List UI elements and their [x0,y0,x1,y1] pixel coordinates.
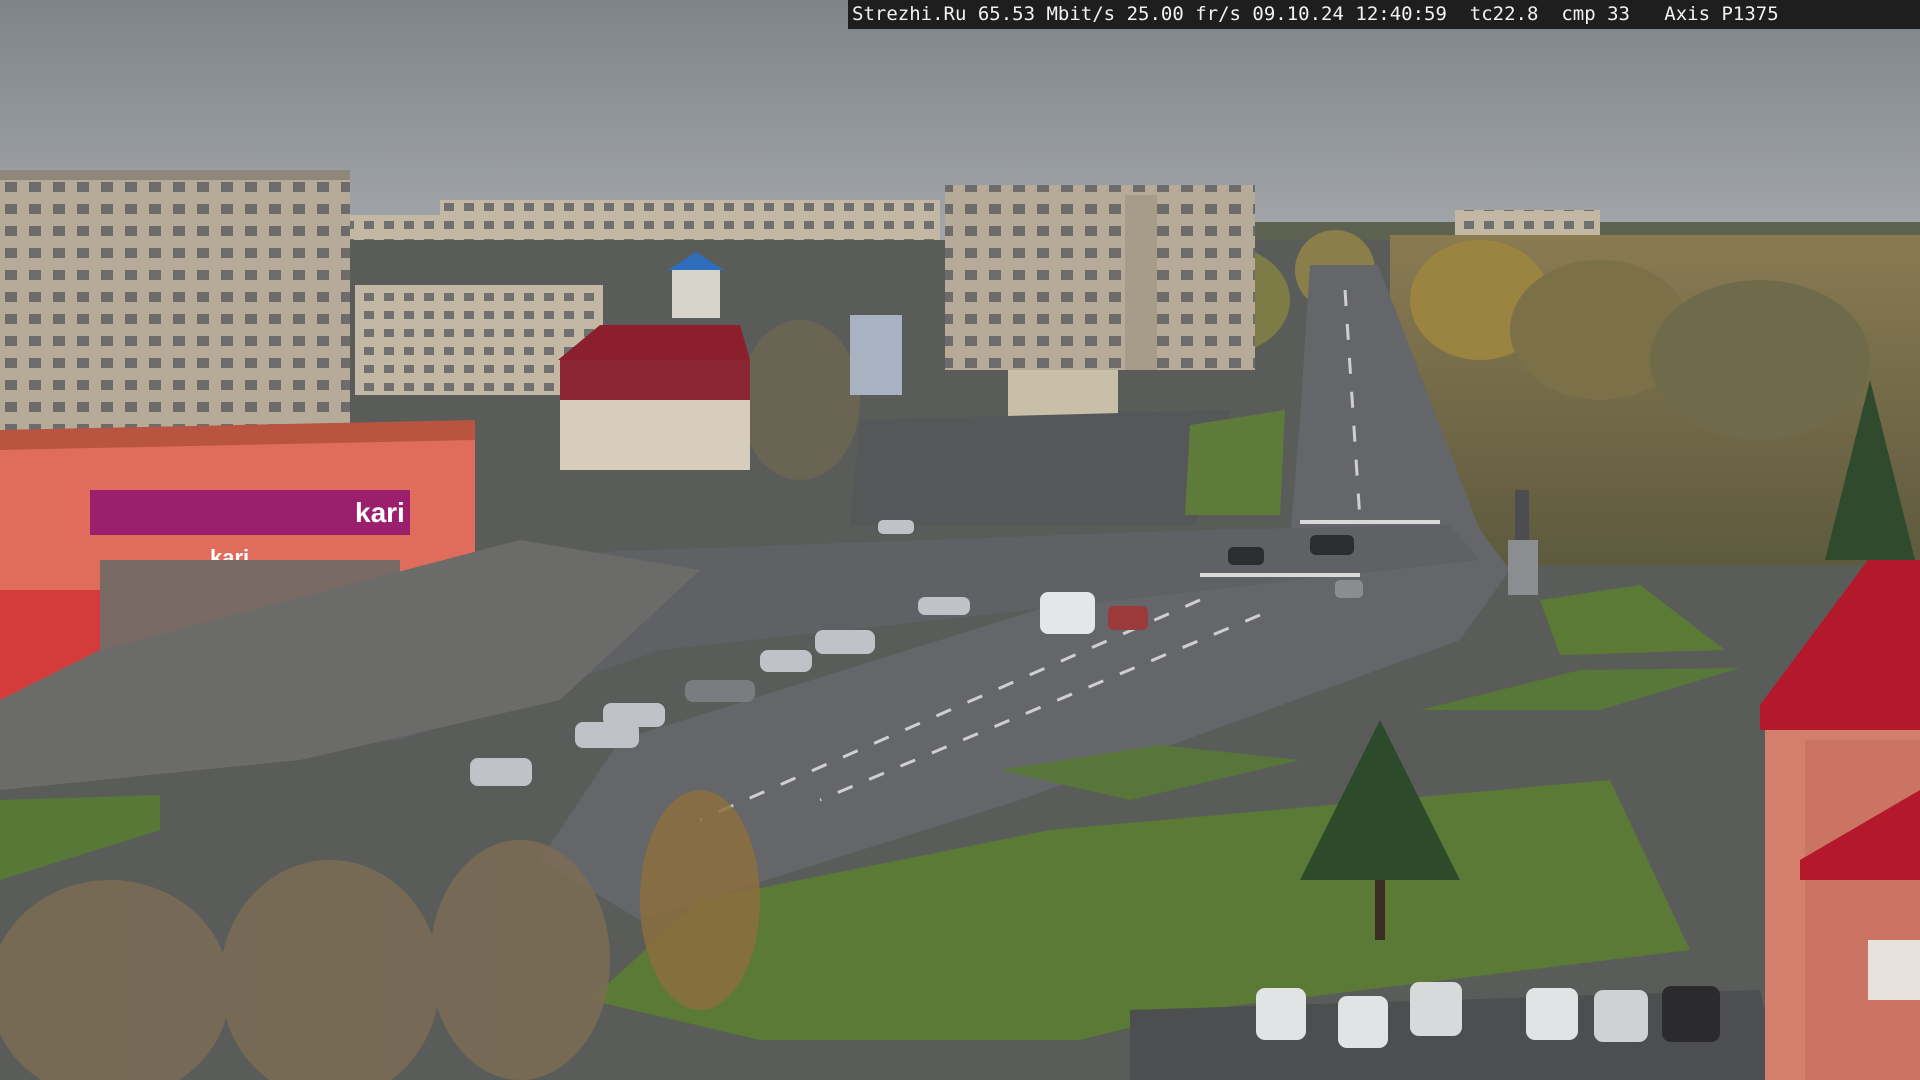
kari-sign-main: kari [355,497,405,528]
overlay-bitrate: 65.53 Mbit/s [977,3,1116,25]
camera-view: kari kari [0,0,1920,1080]
overlay-camera: Axis P1375 [1664,3,1779,25]
lawn-far [1185,410,1285,515]
overlay-cmp: cmp 33 [1561,3,1630,25]
red-roof-building [558,325,750,470]
overlay-time: 12:40:59 [1355,3,1447,25]
tall-building-center [945,185,1255,370]
low-building [1008,370,1118,420]
overlay-tc: tc22.8 [1469,3,1539,25]
camera-info-overlay: Strezhi.Ru 65.53 Mbit/s 25.00 fr/s 09.10… [848,0,1920,29]
overlay-framerate: 25.00 fr/s [1126,3,1241,25]
overlay-date: 09.10.24 [1252,3,1344,25]
upper-plaza [850,410,1230,525]
overlay-site: Strezhi.Ru [852,3,967,25]
blue-roof-building [850,315,902,395]
